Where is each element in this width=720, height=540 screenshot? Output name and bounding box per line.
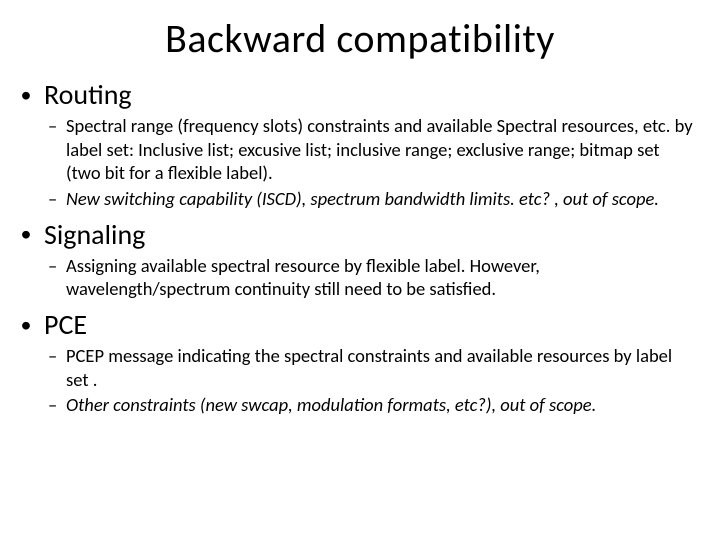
slide-title: Backward compatibility [18,14,702,63]
list-item: Other constraints (new swcap, modulation… [48,393,698,417]
bullet-icon: • [18,84,34,106]
section-heading-label: Signaling [44,217,145,252]
list-item: New switching capability (ISCD), spectru… [48,187,698,211]
slide: Backward compatibility • Routing Spectra… [0,0,720,540]
bullet-icon: • [18,223,34,245]
section-items-signaling: Assigning available spectral resource by… [18,254,702,301]
list-item-text: New switching capability (ISCD), spectru… [66,187,659,210]
list-item-text: Other constraints (new swcap, modulation… [66,393,596,416]
section-heading-signaling: • Signaling [18,217,702,252]
list-item-text: PCEP message indicating the spectral con… [66,344,672,391]
list-item: Spectral range (frequency slots) constra… [48,114,698,185]
list-item-text: Assigning available spectral resource by… [66,254,540,301]
list-item-text: Spectral range (frequency slots) constra… [66,114,693,184]
section-items-pce: PCEP message indicating the spectral con… [18,344,702,417]
list-item: Assigning available spectral resource by… [48,254,698,301]
section-items-routing: Spectral range (frequency slots) constra… [18,114,702,211]
list-item: PCEP message indicating the spectral con… [48,344,698,391]
section-heading-label: PCE [44,307,87,342]
section-heading-routing: • Routing [18,77,702,112]
section-heading-label: Routing [44,77,132,112]
bullet-icon: • [18,314,34,336]
section-heading-pce: • PCE [18,307,702,342]
